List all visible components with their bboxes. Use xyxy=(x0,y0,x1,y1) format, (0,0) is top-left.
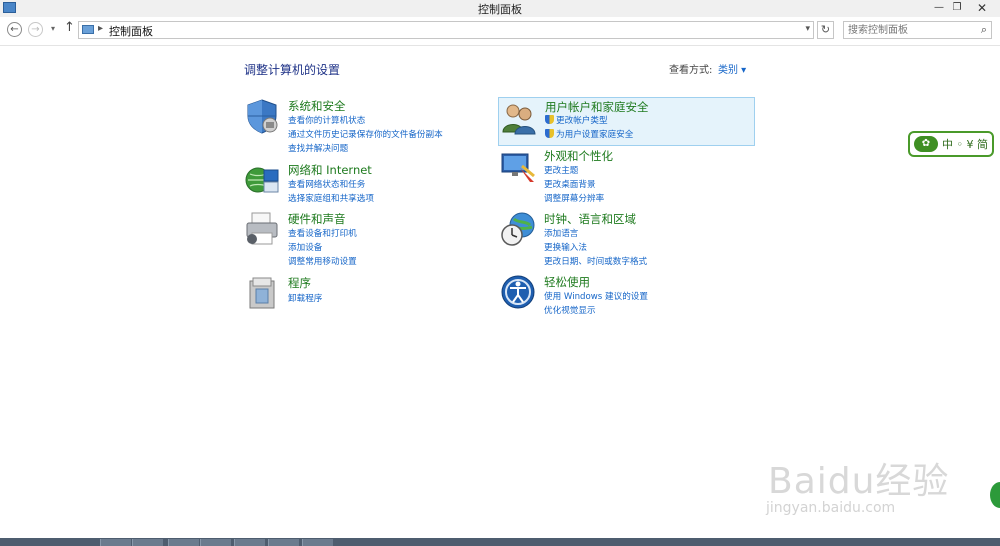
link-desktop-background[interactable]: 更改桌面背景 xyxy=(544,178,596,190)
link-homegroup-sharing[interactable]: 选择家庭组和共享选项 xyxy=(288,192,374,204)
forward-button[interactable]: → xyxy=(28,22,43,37)
taskbar xyxy=(0,538,1000,546)
link-family-safety[interactable]: 为用户设置家庭安全 xyxy=(545,128,633,140)
users-icon[interactable] xyxy=(501,100,537,136)
search-input[interactable] xyxy=(848,23,968,37)
close-button[interactable]: ✕ xyxy=(968,0,996,17)
search-icon[interactable]: ⌕ xyxy=(981,23,987,37)
taskbar-button[interactable] xyxy=(302,539,333,546)
search-box[interactable]: ⌕ xyxy=(843,21,992,39)
category-heading[interactable]: 网络和 Internet xyxy=(288,162,372,178)
taskbar-button[interactable] xyxy=(168,539,199,546)
uac-shield-icon xyxy=(545,115,554,124)
link-troubleshoot[interactable]: 查找并解决问题 xyxy=(288,142,348,154)
category-heading[interactable]: 外观和个性化 xyxy=(544,148,613,164)
category-ease-of-access: 轻松使用 使用 Windows 建议的设置 优化视觉显示 xyxy=(500,274,750,318)
category-clock-language: 时钟、语言和区域 添加语言 更换输入法 更改日期、时间或数字格式 xyxy=(500,211,750,269)
window-title: 控制面板 xyxy=(478,3,522,16)
link-uninstall-program[interactable]: 卸载程序 xyxy=(288,292,322,304)
refresh-button[interactable]: ↻ xyxy=(817,21,834,39)
ime-flower-icon: ✿ xyxy=(914,136,938,152)
watermark-url: jingyan.baidu.com xyxy=(766,500,896,516)
breadcrumb-separator-icon[interactable]: ▸ xyxy=(98,23,103,34)
printer-hardware-icon[interactable] xyxy=(244,211,280,247)
link-label: 更改帐户类型 xyxy=(556,116,608,126)
link-file-history-backup[interactable]: 通过文件历史记录保存你的文件备份副本 xyxy=(288,128,443,140)
category-hardware-sound: 硬件和声音 查看设备和打印机 添加设备 调整常用移动设置 xyxy=(244,211,484,269)
view-by-label: 查看方式: xyxy=(669,65,713,76)
link-change-theme[interactable]: 更改主题 xyxy=(544,164,578,176)
category-system-security: 系统和安全 查看你的计算机状态 通过文件历史记录保存你的文件备份副本 查找并解决… xyxy=(244,98,484,156)
ease-of-access-icon[interactable] xyxy=(500,274,536,310)
category-heading[interactable]: 程序 xyxy=(288,275,311,291)
taskbar-button[interactable] xyxy=(132,539,163,546)
up-button[interactable]: ↑ xyxy=(64,20,75,35)
title-bar: 控制面板 — ❐ ✕ xyxy=(0,0,1000,17)
category-programs: 程序 卸载程序 xyxy=(244,275,484,315)
category-heading[interactable]: 硬件和声音 xyxy=(288,211,346,227)
link-mobility-settings[interactable]: 调整常用移动设置 xyxy=(288,255,357,267)
link-add-language[interactable]: 添加语言 xyxy=(544,227,578,239)
breadcrumb-control-panel[interactable]: 控制面板 xyxy=(109,23,153,39)
category-heading[interactable]: 轻松使用 xyxy=(544,274,590,290)
address-dropdown-icon[interactable]: ▾ xyxy=(805,24,810,34)
page-title: 调整计算机的设置 xyxy=(244,63,341,77)
view-by-dropdown[interactable]: 类别 ▾ xyxy=(718,61,746,76)
network-globe-icon[interactable] xyxy=(244,162,280,198)
shield-security-icon[interactable] xyxy=(244,98,280,134)
taskbar-button[interactable] xyxy=(234,539,265,546)
taskbar-button[interactable] xyxy=(200,539,231,546)
floating-ball-icon[interactable] xyxy=(990,482,1000,508)
link-view-computer-status[interactable]: 查看你的计算机状态 xyxy=(288,114,365,126)
category-heading[interactable]: 系统和安全 xyxy=(288,98,346,114)
link-optimize-visual-display[interactable]: 优化视觉显示 xyxy=(544,304,596,316)
link-change-input-method[interactable]: 更换输入法 xyxy=(544,241,587,253)
link-devices-printers[interactable]: 查看设备和打印机 xyxy=(288,227,357,239)
recent-locations-dropdown-icon[interactable]: ▾ xyxy=(51,24,55,33)
link-network-status[interactable]: 查看网络状态和任务 xyxy=(288,178,365,190)
watermark-logo: Baidu经验 xyxy=(768,461,950,502)
ime-toolbar[interactable]: ✿ 中 ◦ ¥ 简 xyxy=(908,131,994,157)
category-network-internet: 网络和 Internet 查看网络状态和任务 选择家庭组和共享选项 xyxy=(244,162,484,206)
taskbar-button[interactable] xyxy=(100,539,131,546)
address-bar[interactable]: ▸ 控制面板 ▾ xyxy=(78,21,814,39)
navigation-bar: ← → ▾ ↑ ▸ 控制面板 ▾ ↻ ⌕ xyxy=(0,17,1000,46)
category-heading[interactable]: 用户帐户和家庭安全 xyxy=(545,99,649,115)
restore-button[interactable]: ❐ xyxy=(946,0,968,17)
monitor-appearance-icon[interactable] xyxy=(500,148,536,184)
ime-status-text: 中 ◦ ¥ 简 xyxy=(942,138,988,151)
link-date-time-format[interactable]: 更改日期、时间或数字格式 xyxy=(544,255,647,267)
category-appearance: 外观和个性化 更改主题 更改桌面背景 调整屏幕分辨率 xyxy=(500,148,750,206)
control-panel-icon xyxy=(82,25,94,34)
back-button[interactable]: ← xyxy=(7,22,22,37)
programs-box-icon[interactable] xyxy=(244,275,280,311)
link-add-device[interactable]: 添加设备 xyxy=(288,241,322,253)
category-user-accounts[interactable]: 用户帐户和家庭安全 更改帐户类型 为用户设置家庭安全 xyxy=(498,97,755,146)
link-change-account-type[interactable]: 更改帐户类型 xyxy=(545,114,608,126)
uac-shield-icon xyxy=(545,129,554,138)
category-heading[interactable]: 时钟、语言和区域 xyxy=(544,211,636,227)
link-label: 为用户设置家庭安全 xyxy=(556,130,634,140)
taskbar-button[interactable] xyxy=(268,539,299,546)
link-recommended-settings[interactable]: 使用 Windows 建议的设置 xyxy=(544,290,648,302)
clock-globe-icon[interactable] xyxy=(500,211,536,247)
link-screen-resolution[interactable]: 调整屏幕分辨率 xyxy=(544,192,604,204)
